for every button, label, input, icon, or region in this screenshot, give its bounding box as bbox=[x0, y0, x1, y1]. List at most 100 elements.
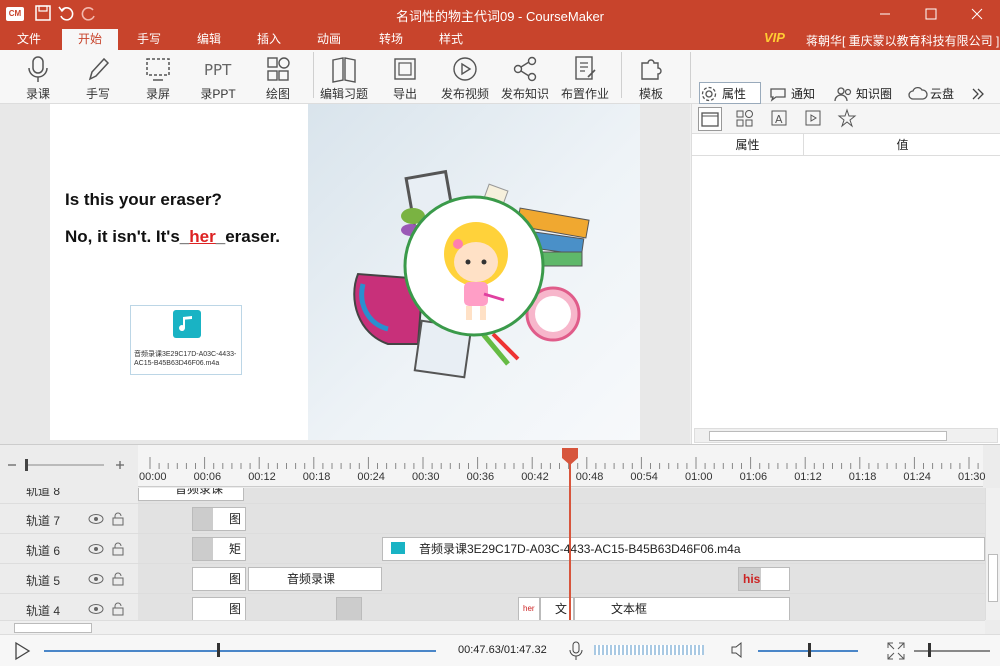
timeline-panel: 00:00 00:06 00:12 00:18 00:24 00:30 00:36 00:42… bbox=[0, 444, 1000, 635]
audio-object[interactable]: 音频录课3E29C17D-A03C-4433-AC15-B45B63D46F06… bbox=[130, 305, 242, 375]
playhead-handle[interactable] bbox=[562, 448, 578, 466]
properties-tab-strip: A bbox=[692, 104, 1000, 134]
menu-insert[interactable]: 插入 bbox=[248, 29, 290, 50]
track-body: 矩 音频录课3E29C17D-A03C-4433-AC15-B45B63D46F… bbox=[138, 534, 985, 563]
puzzle-icon bbox=[641, 59, 662, 80]
track-body: 图 音频录课 his bbox=[138, 564, 985, 593]
question-text[interactable]: Is this your eraser? bbox=[65, 190, 222, 210]
column-value: 值 bbox=[804, 134, 1000, 156]
ruler-tick-label: 01:24 bbox=[903, 471, 931, 483]
volume-thumb[interactable] bbox=[808, 643, 811, 657]
track-name: 轨道 5 bbox=[26, 574, 61, 588]
timeline-clip[interactable]: 图 bbox=[192, 507, 246, 531]
publish-video-button[interactable]: 发布视频 bbox=[435, 52, 495, 102]
timeline-clip[interactable]: his bbox=[738, 567, 790, 591]
lock-icon[interactable] bbox=[112, 572, 124, 586]
playback-time: 00:47.63/01:47.32 bbox=[458, 644, 547, 656]
audio-filename: 音频录课3E29C17D-A03C-4433-AC15-B45B63D46F06… bbox=[134, 351, 237, 367]
timeline-clip[interactable]: her bbox=[518, 597, 540, 620]
ruler-tick-label: 01:30 bbox=[958, 471, 986, 483]
tab-knowledge-circle[interactable]: 知识圈 bbox=[834, 83, 902, 105]
ruler-tick-label: 00:48 bbox=[575, 471, 604, 483]
expand-panel-icon[interactable] bbox=[970, 83, 990, 105]
eye-icon[interactable] bbox=[88, 573, 104, 585]
maximize-button[interactable] bbox=[908, 0, 954, 29]
template-button[interactable]: 模板 bbox=[621, 52, 681, 102]
tab-properties[interactable]: 属性 bbox=[699, 82, 761, 104]
menu-animation[interactable]: 动画 bbox=[308, 29, 350, 50]
lock-icon[interactable] bbox=[112, 602, 124, 616]
timeline-clip[interactable]: 音频录课 bbox=[248, 567, 382, 591]
menu-transition[interactable]: 转场 bbox=[370, 29, 412, 50]
vip-badge[interactable]: VIP bbox=[764, 30, 785, 45]
play-icon[interactable] bbox=[12, 641, 32, 661]
tab-layout-props[interactable] bbox=[734, 107, 758, 131]
edit-exercise-button[interactable]: 编辑习题 bbox=[314, 52, 374, 102]
tab-page-props[interactable] bbox=[698, 107, 722, 131]
timeline-clip[interactable]: 音频录课3E29C17D-A03C-4433-AC15-B45B63D46F06… bbox=[382, 537, 985, 561]
tab-cloud-drive[interactable]: 云盘 bbox=[908, 83, 960, 105]
menu-edit[interactable]: 编辑 bbox=[188, 29, 230, 50]
playback-progress-thumb[interactable] bbox=[217, 643, 220, 657]
ruler-tick-label: 00:24 bbox=[357, 471, 385, 483]
record-ppt-button[interactable]: PPT 录PPT bbox=[188, 52, 248, 102]
track-name: 轨道 6 bbox=[26, 544, 61, 558]
track-row: 轨道 5 图 音频录课 his bbox=[0, 564, 985, 594]
eye-icon[interactable] bbox=[88, 513, 104, 525]
track-body: 图 her 文 文本框 bbox=[138, 594, 985, 620]
slide-canvas[interactable]: Is this your eraser? No, it isn't. It's_… bbox=[50, 104, 640, 440]
screen-record-button[interactable]: 录屏 bbox=[128, 52, 188, 102]
minimize-button[interactable] bbox=[862, 0, 908, 29]
timeline-clip[interactable]: 图 bbox=[192, 597, 246, 620]
tab-effect-props[interactable] bbox=[836, 107, 860, 131]
timeline-clip[interactable] bbox=[336, 597, 362, 620]
speaker-icon[interactable] bbox=[730, 641, 748, 659]
menu-style[interactable]: 样式 bbox=[430, 29, 472, 50]
zoom-thumb[interactable] bbox=[928, 643, 931, 657]
timeline-clip[interactable]: 图 bbox=[192, 567, 246, 591]
zoom-slider[interactable] bbox=[914, 650, 990, 652]
cloud-icon bbox=[908, 86, 928, 100]
eye-icon[interactable] bbox=[88, 543, 104, 555]
menu-start[interactable]: 开始 bbox=[62, 29, 118, 50]
lock-icon[interactable] bbox=[112, 542, 124, 556]
playhead[interactable] bbox=[569, 453, 571, 621]
timeline-ruler[interactable]: 00:00 00:06 00:12 00:18 00:24 00:30 00:36 00:42… bbox=[138, 445, 986, 487]
ruler-tick-label: 01:00 bbox=[685, 471, 713, 483]
properties-h-scrollbar[interactable] bbox=[694, 428, 998, 443]
track-row: 轨道 4 图 her 文 文本框 bbox=[0, 594, 985, 620]
ruler-tick-label: 00:42 bbox=[521, 471, 549, 483]
lock-icon[interactable] bbox=[112, 512, 124, 526]
close-button[interactable] bbox=[954, 0, 1000, 29]
handwrite-button[interactable]: 手写 bbox=[68, 52, 128, 102]
timeline-clip[interactable]: 音频录课 bbox=[138, 488, 244, 501]
menu-handwrite[interactable]: 手写 bbox=[128, 29, 170, 50]
fullscreen-icon[interactable] bbox=[886, 641, 906, 661]
record-lesson-button[interactable]: 录课 bbox=[8, 52, 68, 102]
timeline-clip[interactable]: 矩 bbox=[192, 537, 246, 561]
eye-icon[interactable] bbox=[88, 603, 104, 615]
track-row: 轨道 8 音频录课 bbox=[0, 488, 985, 504]
user-name[interactable]: 蒋朝华[ 重庆蒙以教育科技有限公司 ] bbox=[806, 32, 999, 49]
answer-text[interactable]: No, it isn't. It's_her_eraser. bbox=[65, 227, 280, 247]
tab-notifications[interactable]: 通知 bbox=[769, 83, 827, 105]
tab-media-props[interactable] bbox=[802, 107, 826, 131]
publish-knowledge-button[interactable]: 发布知识 bbox=[495, 52, 555, 102]
timeline-clip[interactable]: 文本框 bbox=[574, 597, 790, 620]
toolbar-divider bbox=[690, 52, 691, 98]
group-icon bbox=[834, 87, 852, 102]
tab-text-props[interactable]: A bbox=[768, 107, 792, 131]
assign-homework-button[interactable]: 布置作业 bbox=[555, 52, 615, 102]
draw-button[interactable]: 绘图 bbox=[248, 52, 308, 102]
playback-progress[interactable] bbox=[44, 650, 436, 652]
menu-file[interactable]: 文件 bbox=[8, 29, 50, 50]
export-button[interactable]: 导出 bbox=[375, 52, 435, 102]
track-list: 轨道 8 音频录课 轨道 7 图 轨道 6 矩 音频录课3E29C17D-A03… bbox=[0, 488, 985, 620]
scrollbar-thumb[interactable] bbox=[709, 431, 947, 441]
timeline-v-scrollbar[interactable] bbox=[985, 488, 1000, 620]
timeline-h-scrollbar[interactable] bbox=[0, 620, 985, 635]
ppt-icon: PPT bbox=[204, 61, 232, 79]
title-bar: CM 名词性的物主代词09 - CourseMaker bbox=[0, 0, 1000, 29]
ruler-tick-label: 01:06 bbox=[739, 471, 768, 483]
microphone-icon[interactable] bbox=[568, 640, 584, 662]
